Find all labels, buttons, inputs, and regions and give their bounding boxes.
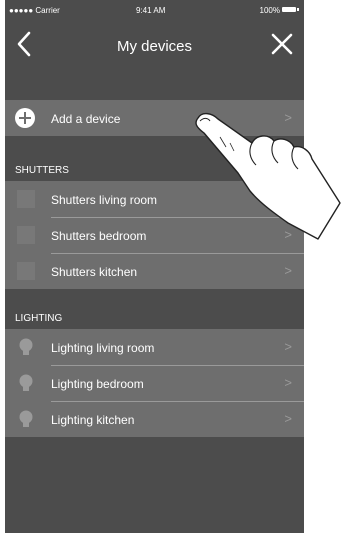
device-label: Shutters bedroom [51, 229, 147, 243]
bulb-icon [19, 338, 33, 355]
device-label: Lighting bedroom [51, 377, 144, 391]
pointing-hand-icon [195, 112, 341, 240]
chevron-right-icon: > [284, 263, 292, 278]
chevron-right-icon: > [284, 411, 292, 426]
add-device-label: Add a device [51, 112, 121, 126]
section-title: SHUTTERS [15, 165, 69, 176]
close-icon[interactable] [270, 32, 294, 56]
device-row-lighting-kitchen[interactable]: Lighting kitchen > [5, 401, 304, 437]
bulb-icon [19, 374, 33, 391]
row-divider [51, 401, 304, 402]
status-bar: ●●●●● Carrier 9:41 AM 100% [5, 0, 304, 20]
nav-bar: My devices [5, 20, 304, 70]
chevron-right-icon: > [284, 339, 292, 354]
row-divider [51, 253, 304, 254]
device-row-lighting-bedroom[interactable]: Lighting bedroom > [5, 365, 304, 401]
device-row-lighting-living-room[interactable]: Lighting living room > [5, 329, 304, 365]
time-label: 9:41 AM [136, 6, 166, 15]
phone-screen: ●●●●● Carrier 9:41 AM 100% My devices Ad… [5, 0, 304, 533]
device-row-shutters-kitchen[interactable]: Shutters kitchen > [5, 253, 304, 289]
device-label: Shutters living room [51, 193, 158, 207]
shutter-icon [17, 190, 35, 208]
device-label: Lighting kitchen [51, 413, 135, 427]
battery-icon [282, 7, 296, 12]
device-label: Lighting living room [51, 341, 155, 355]
battery-label: 100% [259, 6, 280, 15]
carrier-label: ●●●●● Carrier [9, 6, 60, 15]
section-title: LIGHTING [15, 313, 63, 324]
chevron-right-icon: > [284, 375, 292, 390]
page-title: My devices [116, 38, 193, 55]
device-label: Shutters kitchen [51, 265, 138, 279]
section-header-lighting: LIGHTING [5, 308, 304, 328]
plus-circle-icon [15, 108, 35, 128]
shutter-icon [17, 262, 35, 280]
bulb-icon [19, 410, 33, 427]
battery-tip-icon [297, 8, 299, 11]
row-divider [51, 365, 304, 366]
shutter-icon [17, 226, 35, 244]
